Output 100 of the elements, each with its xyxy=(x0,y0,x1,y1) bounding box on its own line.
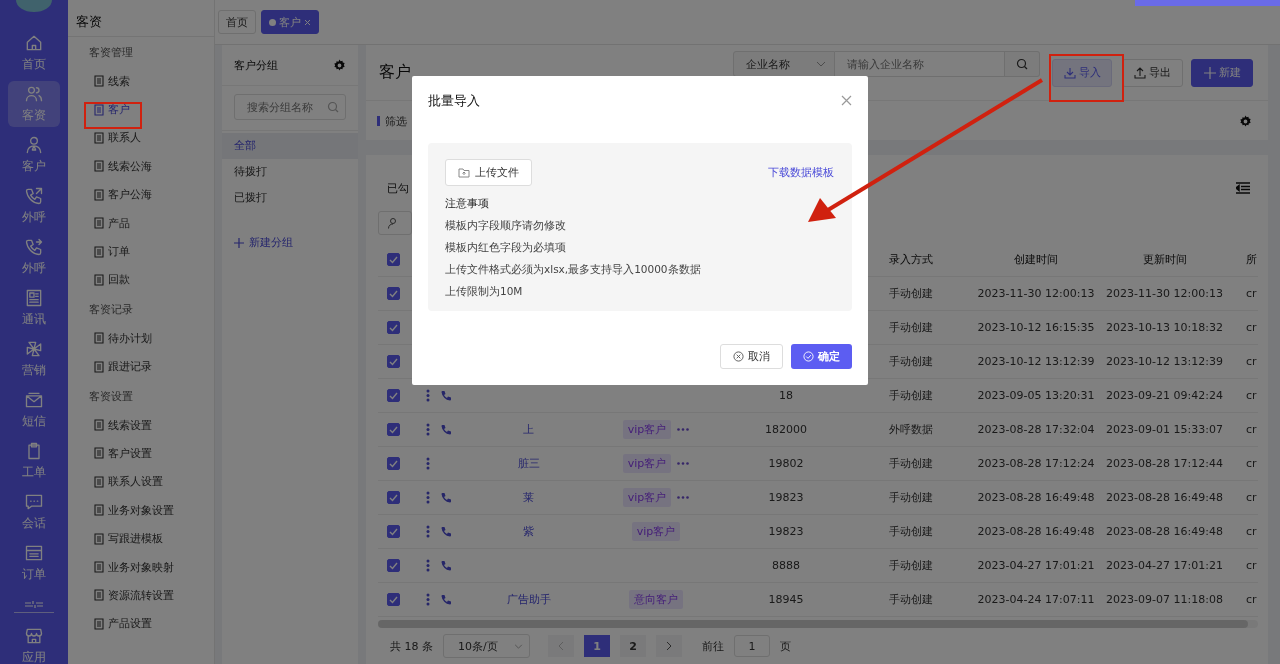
sidebar-item[interactable]: 订单 xyxy=(68,237,214,266)
cancel-button[interactable]: 取消 xyxy=(720,344,783,369)
mail-icon xyxy=(24,390,44,410)
sidebar-item[interactable]: 客户 xyxy=(68,95,214,124)
page-tab[interactable]: 首页 xyxy=(218,10,256,34)
rail-item[interactable]: 会话 xyxy=(8,489,60,535)
customer-tag: vip客户 xyxy=(622,420,672,439)
more-icon[interactable] xyxy=(426,525,430,538)
close-icon[interactable] xyxy=(841,95,852,106)
more-icon[interactable] xyxy=(426,423,430,436)
page-button[interactable]: 2 xyxy=(620,635,646,657)
rail-item[interactable]: 外呼 xyxy=(8,234,60,280)
checkbox[interactable] xyxy=(386,389,400,402)
more-icon[interactable] xyxy=(426,457,430,470)
document-icon xyxy=(94,532,104,545)
group-item[interactable]: 已拨打 xyxy=(222,185,358,211)
phone-icon[interactable] xyxy=(440,593,452,606)
rail-item[interactable]: 应用 xyxy=(8,623,60,664)
more-icon[interactable] xyxy=(677,462,690,465)
search-icon xyxy=(1016,58,1028,70)
close-circle-icon xyxy=(733,351,744,362)
sidebar-item[interactable]: 产品设置 xyxy=(68,609,214,639)
more-icon[interactable] xyxy=(426,389,430,402)
checkbox[interactable] xyxy=(386,491,400,504)
checkbox[interactable] xyxy=(386,321,400,334)
checkbox[interactable] xyxy=(386,423,400,436)
document-icon xyxy=(94,589,104,602)
page-input[interactable]: 1 xyxy=(734,635,770,657)
sidebar-item[interactable]: 跟进记录 xyxy=(68,352,214,381)
column-header: 所 xyxy=(1246,252,1257,267)
export-button[interactable]: 导出 xyxy=(1122,58,1183,87)
sidebar-item[interactable]: 资源流转设置 xyxy=(68,581,214,610)
sidebar-title: 客资 xyxy=(68,0,214,37)
phone-icon[interactable] xyxy=(440,559,452,572)
customer-name[interactable]: 上 xyxy=(523,422,534,437)
group-item[interactable]: 待拨打 xyxy=(222,159,358,185)
sidebar-item[interactable]: 线索设置 xyxy=(68,410,214,440)
download-template-link[interactable]: 下载数据模板 xyxy=(768,165,834,180)
checkbox[interactable] xyxy=(386,287,400,300)
search-button[interactable] xyxy=(1005,51,1040,77)
sidebar-item[interactable]: 写跟进模板 xyxy=(68,524,214,553)
phone-icon[interactable] xyxy=(440,491,452,504)
rail-item[interactable]: 通讯 xyxy=(8,285,60,331)
columns-icon[interactable] xyxy=(1236,182,1250,194)
customer-name[interactable]: 广告助手 xyxy=(506,592,551,607)
checkbox[interactable] xyxy=(386,593,400,606)
more-icon[interactable] xyxy=(426,491,430,504)
search-field[interactable]: 搜索分组名称 xyxy=(234,94,346,120)
sidebar-item[interactable]: 业务对象设置 xyxy=(68,496,214,525)
checkbox[interactable] xyxy=(386,253,400,266)
sidebar-item[interactable]: 联系人设置 xyxy=(68,467,214,497)
sidebar-item[interactable]: 客户设置 xyxy=(68,439,214,468)
scrollbar-thumb[interactable] xyxy=(378,620,1248,628)
new-group-link[interactable]: 新建分组 xyxy=(222,235,358,250)
customer-name[interactable]: 莱 xyxy=(523,490,534,505)
rail-item[interactable]: 客户 xyxy=(8,132,60,178)
checkbox[interactable] xyxy=(386,525,400,538)
sidebar-item[interactable]: 线索 xyxy=(68,67,214,96)
sliders-icon xyxy=(23,600,45,608)
rail-item[interactable]: 工单 xyxy=(8,438,60,484)
sidebar-item[interactable]: 业务对象映射 xyxy=(68,552,214,582)
store-icon xyxy=(24,626,44,646)
phone-icon[interactable] xyxy=(440,525,452,538)
group-item[interactable]: 全部 xyxy=(222,133,358,159)
sidebar-item[interactable]: 回款 xyxy=(68,265,214,295)
more-icon[interactable] xyxy=(677,496,690,499)
page-button[interactable]: 1 xyxy=(584,635,610,657)
phone-icon[interactable] xyxy=(440,389,452,402)
settings-icon[interactable] xyxy=(333,58,346,72)
rail-item[interactable]: 外呼 xyxy=(8,183,60,229)
checkbox[interactable] xyxy=(386,559,400,572)
table-cell: 手动创建 xyxy=(889,592,933,607)
rail-item[interactable]: 短信 xyxy=(8,387,60,433)
more-icon[interactable] xyxy=(426,593,430,606)
rail-item[interactable]: 订单 xyxy=(8,540,60,586)
customer-name[interactable]: 紫 xyxy=(523,524,534,539)
new-button[interactable]: 新建 xyxy=(1191,58,1253,87)
phone-icon[interactable] xyxy=(440,423,452,436)
sidebar-item[interactable]: 联系人 xyxy=(68,123,214,153)
checkbox[interactable] xyxy=(386,457,400,470)
assign-button[interactable] xyxy=(378,211,412,235)
upload-file-button[interactable]: 上传文件 xyxy=(445,159,532,186)
search-field[interactable]: 请输入企业名称 xyxy=(835,51,1005,77)
settings-icon[interactable] xyxy=(1239,114,1252,128)
sidebar-item[interactable]: 线索公海 xyxy=(68,152,214,181)
rail-item[interactable]: 首页 xyxy=(8,30,60,76)
sidebar-item[interactable]: 产品 xyxy=(68,208,214,238)
phone-number: 19823 xyxy=(768,525,804,538)
phone-number: 18 xyxy=(779,389,793,402)
page-tab[interactable]: 客户 xyxy=(261,10,319,34)
sidebar-item[interactable]: 待办计划 xyxy=(68,324,214,353)
page-size-select[interactable]: 10条/页 xyxy=(443,634,530,658)
rail-item[interactable]: 营销 xyxy=(8,336,60,382)
more-icon[interactable] xyxy=(677,428,690,431)
confirm-button[interactable]: 确定 xyxy=(791,344,852,369)
search-type-select[interactable]: 企业名称 xyxy=(733,51,835,77)
more-icon[interactable] xyxy=(426,559,430,572)
document-icon xyxy=(94,617,104,630)
checkbox[interactable] xyxy=(386,355,400,368)
sidebar-item[interactable]: 客户公海 xyxy=(68,180,214,209)
